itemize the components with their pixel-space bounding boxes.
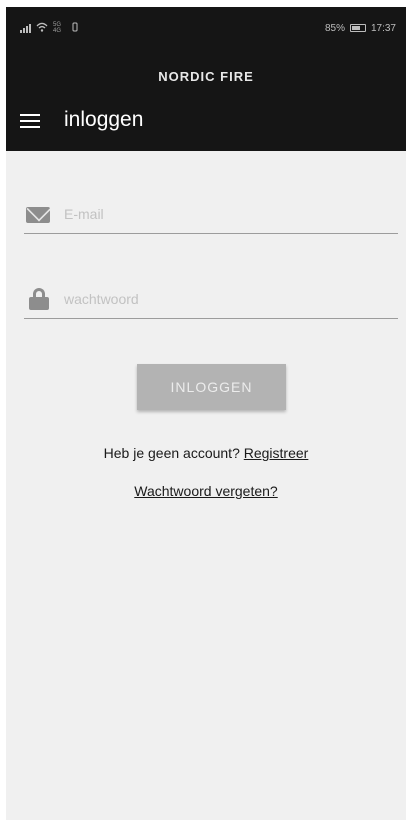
page-title: inloggen xyxy=(64,108,144,131)
network-type-label: 5G 4G xyxy=(53,22,62,34)
password-field xyxy=(24,279,398,319)
register-prompt-text: Heb je geen account? xyxy=(103,445,244,461)
register-link[interactable]: Registreer xyxy=(244,445,309,461)
cell-signal-icon xyxy=(20,23,31,33)
battery-icon xyxy=(349,24,366,32)
forgot-password-row: Wachtwoord vergeten? xyxy=(6,483,406,499)
app-bar: NORDIC FIRE inloggen xyxy=(6,49,406,151)
status-right: 85% 17:37 xyxy=(325,23,396,34)
email-field xyxy=(24,194,398,234)
register-prompt: Heb je geen account? Registreer xyxy=(6,445,406,461)
status-bar: 5G 4G 85% 17:37 xyxy=(6,7,406,49)
battery-percent: 85% xyxy=(324,22,345,34)
forgot-password-link[interactable]: Wachtwoord vergeten? xyxy=(134,483,277,499)
hamburger-menu-icon[interactable] xyxy=(20,114,40,128)
envelope-icon xyxy=(26,203,52,225)
phone-screen: 5G 4G 85% 17:37 NORDIC FIRE inloggen INL… xyxy=(6,7,406,820)
nfc-icon xyxy=(72,22,78,35)
lock-icon xyxy=(26,287,52,310)
email-input[interactable] xyxy=(64,205,364,222)
brand-logo-text: NORDIC FIRE xyxy=(158,69,254,84)
login-button[interactable]: INLOGGEN xyxy=(137,364,286,410)
status-left: 5G 4G xyxy=(20,22,78,35)
wifi-icon xyxy=(36,22,48,35)
clock-time: 17:37 xyxy=(370,22,396,34)
password-input[interactable] xyxy=(64,290,364,307)
